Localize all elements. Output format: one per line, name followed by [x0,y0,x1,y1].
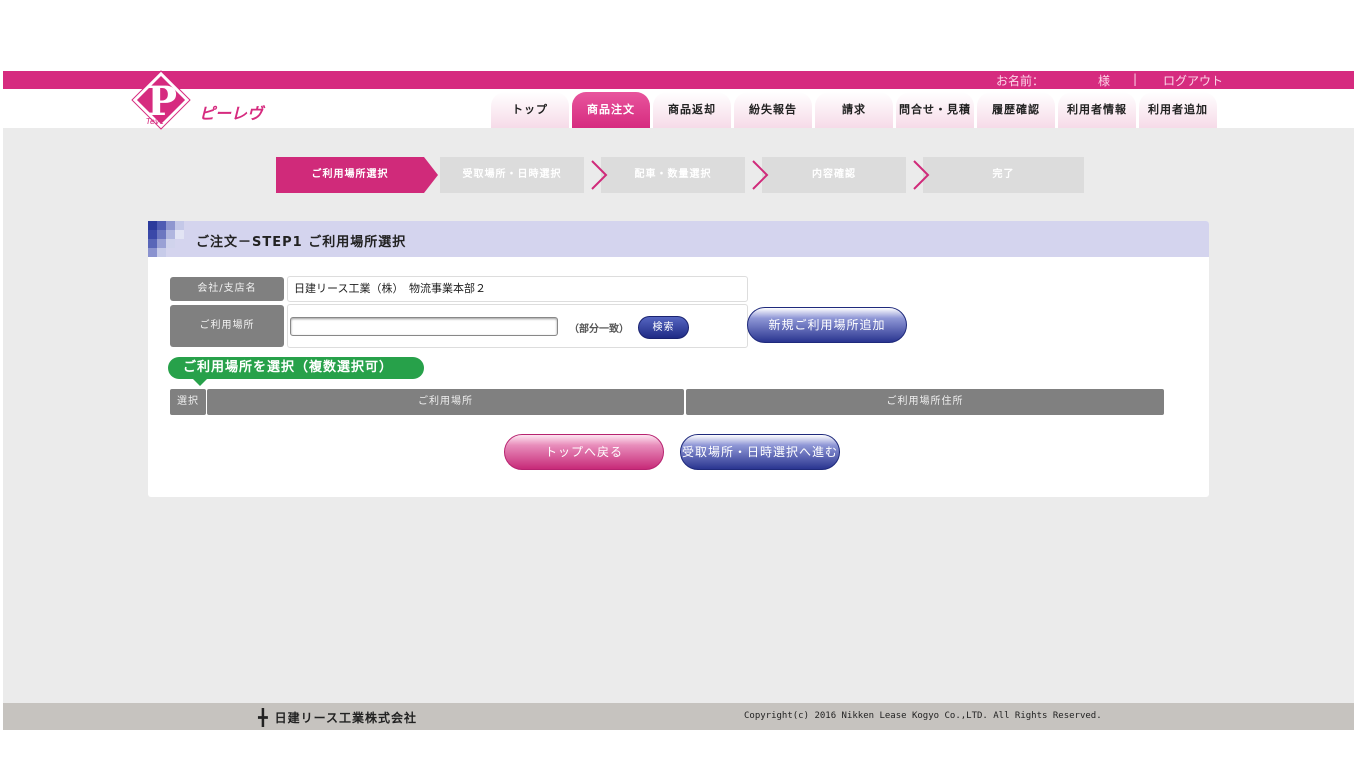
step-2: 受取場所・日時選択 [440,157,608,193]
panel-header: ご注文－STEP1 ご利用場所選択 [148,221,1209,257]
user-honorific: 様 [1098,74,1111,88]
company-value: 日建リース工業（株） 物流事業本部２ [287,276,748,302]
tab-return[interactable]: 商品返却 [653,92,731,128]
user-name-label: お名前： [996,74,1045,88]
select-hint-bubble: ご利用場所を選択（複数選択可） [168,357,424,386]
tab-top[interactable]: トップ [491,92,569,128]
footer-company: ╋ 日建リース工業株式会社 [258,708,417,727]
column-select: 選択 [170,389,206,415]
logo-sub: Tevc [146,117,164,126]
tab-inquiry[interactable]: 問合せ・見積 [896,92,974,128]
column-location: ご利用場所 [207,389,684,415]
chevron-right-icon [752,160,769,190]
next-step-button[interactable]: 受取場所・日時選択へ進む [680,434,840,470]
chevron-right-icon [913,160,930,190]
main-nav: トップ 商品注文 商品返却 紛失報告 請求 問合せ・見積 履歴確認 利用者情報 … [491,92,1217,128]
copyright: Copyright(c) 2016 Nikken Lease Kogyo Co.… [744,711,1102,721]
company-logo-icon: ╋ [258,708,269,727]
chevron-right-icon [591,160,608,190]
tab-user-info[interactable]: 利用者情報 [1058,92,1136,128]
topbar-separator: | [1133,72,1138,86]
bubble-tail [192,378,208,386]
order-panel: ご注文－STEP1 ご利用場所選択 会社/支店名 日建リース工業（株） 物流事業… [148,221,1209,497]
logo[interactable]: P Tevc ピーレヴ [132,71,264,136]
logout-link[interactable]: ログアウト [1163,72,1223,89]
add-location-button[interactable]: 新規ご利用場所追加 [747,307,907,343]
panel-title: ご注文－STEP1 ご利用場所選択 [196,235,407,250]
step-2-label: 受取場所・日時選択 [462,169,562,180]
back-to-top-button[interactable]: トップへ戻る [504,434,664,470]
mosaic-blocks-icon [148,221,184,257]
step-3: 配車・数量選択 [601,157,769,193]
step-4: 内容確認 [762,157,930,193]
search-hint: （部分一致） [569,324,629,335]
step-1-label: ご利用場所選択 [311,169,389,180]
tab-billing[interactable]: 請求 [815,92,893,128]
step-5-label: 完了 [992,169,1015,180]
column-location-address: ご利用場所住所 [686,389,1164,415]
search-button[interactable]: 検索 [638,316,689,339]
tab-loss-report[interactable]: 紛失報告 [734,92,812,128]
step-progress: ご利用場所選択 受取場所・日時選択 配車・数量選択 内容確認 完了 [276,157,1084,193]
select-hint-text: ご利用場所を選択（複数選択可） [183,360,394,375]
step-arrow-icon [424,157,438,193]
header: P Tevc ピーレヴ トップ 商品注文 商品返却 紛失報告 請求 問合せ・見積… [3,71,1354,129]
company-label: 会社/支店名 [170,277,284,301]
footer-company-name: 日建リース工業株式会社 [274,711,418,725]
location-search-input[interactable] [290,317,558,336]
step-5: 完了 [923,157,1084,193]
app-frame: お名前： 様 | ログアウト P Tevc ピーレヴ トップ 商品注文 商品返却… [3,71,1354,730]
step-3-label: 配車・数量選択 [634,169,712,180]
tab-history[interactable]: 履歴確認 [977,92,1055,128]
location-label: ご利用場所 [170,305,284,347]
tab-add-user[interactable]: 利用者追加 [1139,92,1217,128]
step-1: ご利用場所選択 [276,157,438,193]
tab-order[interactable]: 商品注文 [572,92,650,128]
footer: ╋ 日建リース工業株式会社 Copyright(c) 2016 Nikken Le… [3,703,1354,730]
logo-kana: ピーレヴ [199,104,264,123]
step-4-label: 内容確認 [812,169,856,180]
